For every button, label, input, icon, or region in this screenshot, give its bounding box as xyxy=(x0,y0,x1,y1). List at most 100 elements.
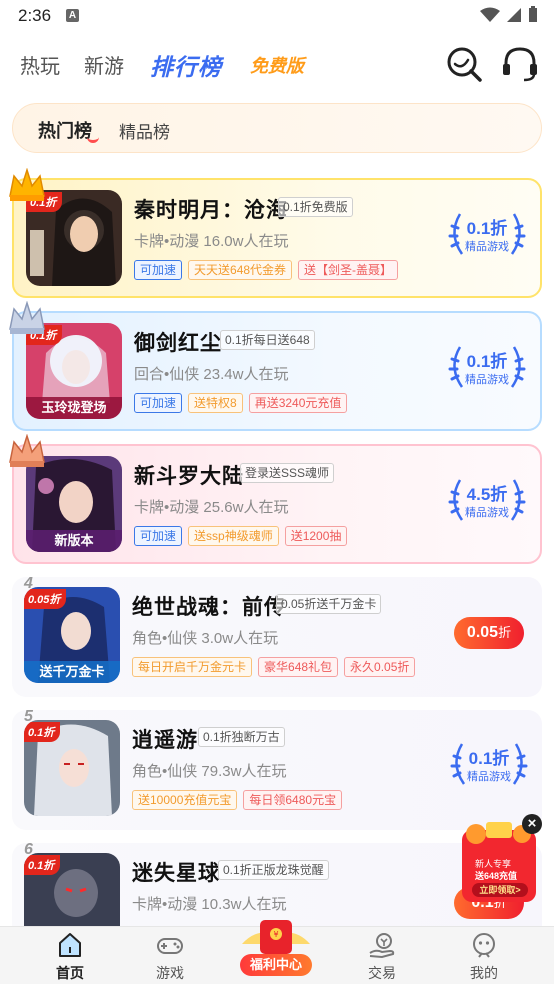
svg-text:¥: ¥ xyxy=(273,930,278,939)
discount-value: 0.1折 xyxy=(466,219,508,238)
bottom-nav-label: 首页 xyxy=(56,965,84,981)
tag-list: 每日开启千万金元卡 豪华648礼包 永久0.05折 xyxy=(132,657,416,677)
game-icon: 0.1折 xyxy=(24,853,120,933)
icon-discount-badge: 0.1折 xyxy=(24,855,61,875)
home-icon xyxy=(59,933,81,957)
discount-laurel: 0.1折 精品游戏 xyxy=(446,208,528,264)
game-name: 逍遥游 xyxy=(132,729,198,752)
game-badge: 0.05折送千万金卡 xyxy=(276,594,382,614)
silver-crown-icon xyxy=(9,301,45,334)
gold-crown-icon xyxy=(9,168,45,201)
tag: 送10000充值元宝 xyxy=(132,790,238,810)
tab-new[interactable]: 新游 xyxy=(84,50,124,79)
game-card[interactable]: 5 0.1折 逍遥游 0.1折独断万古 角色•仙侠 79.3w人在玩 送1000… xyxy=(12,708,542,830)
bottom-nav-label: 交易 xyxy=(368,965,396,981)
game-meta: 卡牌•动漫 16.0w人在玩 xyxy=(134,233,289,250)
status-icons xyxy=(480,6,538,23)
bottom-nav-home[interactable]: 首页 xyxy=(30,927,110,984)
game-card[interactable]: 新版本 新斗罗大陆 登录送SSS魂师 卡牌•动漫 25.6w人在玩 可加速 送s… xyxy=(9,434,542,564)
discount-value: 4.5折 xyxy=(466,485,508,504)
tab-ranking[interactable]: 排行榜 xyxy=(150,48,222,82)
game-card[interactable]: 0.1折 秦时明月：沧海 0.1折免费版 卡牌•动漫 16.0w人在玩 可加速 … xyxy=(9,168,542,298)
discount-value: 0.1折 xyxy=(468,749,510,768)
icon-strip: 新版本 xyxy=(26,530,122,552)
game-name: 新斗罗大陆 xyxy=(134,465,244,488)
tag: 永久0.05折 xyxy=(344,657,416,677)
tag-list: 送10000充值元宝 每日领6480元宝 xyxy=(132,790,343,810)
discount-sub: 精品游戏 xyxy=(467,771,511,783)
bottom-nav-games[interactable]: 游戏 xyxy=(130,927,210,984)
tab-free[interactable]: 免费版 xyxy=(250,52,304,78)
tag: 送1200抽 xyxy=(284,526,348,546)
game-badge: 登录送SSS魂师 xyxy=(240,463,335,483)
game-meta: 角色•仙侠 79.3w人在玩 xyxy=(132,763,287,780)
game-name: 绝世战魂：前传 xyxy=(132,596,286,619)
tag-list: 可加速 天天送648代金券 送【剑圣-盖聂】 xyxy=(134,260,399,280)
promo-claim-button[interactable]: 立即领取> xyxy=(472,883,528,897)
tag-list: 可加速 送特权8 再送3240元充值 xyxy=(134,393,348,413)
gamepad-icon xyxy=(157,938,183,954)
discount-value: 0.05 xyxy=(466,624,499,641)
discount-laurel: 4.5折 精品游戏 xyxy=(446,474,528,530)
tag: 天天送648代金券 xyxy=(188,260,293,280)
status-time: 2:36 xyxy=(18,6,52,25)
signal-icon xyxy=(507,7,521,22)
icon-discount-badge: 0.1折 xyxy=(24,722,61,742)
notification-icon: A xyxy=(66,9,79,22)
game-meta: 卡牌•动漫 25.6w人在玩 xyxy=(134,499,289,516)
ranking-hot-tab[interactable]: 热门榜 xyxy=(38,117,92,143)
icon-strip: 玉玲珑登场 xyxy=(26,397,122,419)
game-name: 迷失星球 xyxy=(132,862,220,885)
wifi-icon xyxy=(480,7,500,22)
tag-list: 可加速 送ssp神级魂师 送1200抽 xyxy=(134,526,348,546)
game-badge: 0.1折每日送648 xyxy=(220,330,315,350)
tag: 可加速 xyxy=(134,393,183,413)
ranking-switch: 热门榜 精品榜 xyxy=(12,103,542,153)
status-bar: 2:36 A xyxy=(0,0,554,32)
game-card[interactable]: 4 0.05折 送千万金卡 绝世战魂：前传 0.05折送千万金卡 角色•仙侠 3… xyxy=(12,575,542,697)
discount-laurel: 0.1折 精品游戏 xyxy=(448,738,530,794)
game-icon: 0.1折 xyxy=(24,720,120,816)
top-nav: 热玩 新游 排行榜 免费版 xyxy=(0,40,554,90)
discount-pill: 0.05折 xyxy=(454,617,524,649)
game-name: 御剑红尘 xyxy=(134,332,222,355)
tag: 送【剑圣-盖聂】 xyxy=(298,260,399,280)
battery-icon xyxy=(529,6,537,22)
game-badge: 0.1折独断万古 xyxy=(198,727,285,747)
search-icon[interactable] xyxy=(444,44,484,84)
discount-sub: 精品游戏 xyxy=(465,241,509,253)
tag: 可加速 xyxy=(134,526,183,546)
discount-sub: 精品游戏 xyxy=(465,507,509,519)
icon-discount-badge: 0.05折 xyxy=(24,589,67,609)
bottom-nav-trade[interactable]: 交易 xyxy=(342,927,422,984)
close-icon[interactable]: × xyxy=(522,814,542,834)
game-badge: 0.1折正版龙珠觉醒 xyxy=(218,860,329,880)
ranking-best-tab[interactable]: 精品榜 xyxy=(119,118,170,143)
game-meta: 回合•仙侠 23.4w人在玩 xyxy=(134,366,289,383)
bronze-crown-icon xyxy=(9,434,45,467)
tab-hot[interactable]: 热玩 xyxy=(20,50,60,79)
bottom-nav-profile[interactable]: 我的 xyxy=(444,927,524,984)
game-icon: 0.1折 xyxy=(26,190,122,286)
tag: 再送3240元充值 xyxy=(248,393,348,413)
promo-line-2: 送648充值 xyxy=(475,871,518,881)
bottom-nav-label: 福利中心 xyxy=(240,954,312,976)
headset-icon[interactable] xyxy=(500,44,540,84)
game-meta: 卡牌•动漫 10.3w人在玩 xyxy=(132,896,287,913)
game-name: 秦时明月：沧海 xyxy=(134,199,288,222)
game-card[interactable]: 0.1折 玉玲珑登场 御剑红尘 0.1折每日送648 回合•仙侠 23.4w人在… xyxy=(9,301,542,431)
tag: 每日领6480元宝 xyxy=(243,790,343,810)
trade-icon xyxy=(369,933,395,959)
discount-sub: 精品游戏 xyxy=(465,374,509,386)
game-icon: 0.1折 玉玲珑登场 xyxy=(26,323,122,419)
game-badge: 0.1折免费版 xyxy=(278,197,353,217)
red-envelope-icon: ¥ xyxy=(242,920,310,954)
tag: 豪华648礼包 xyxy=(258,657,339,677)
bottom-nav-welfare[interactable]: ¥ 福利中心 xyxy=(236,914,316,980)
discount-laurel: 0.1折 精品游戏 xyxy=(446,341,528,397)
tag: 每日开启千万金元卡 xyxy=(132,657,253,677)
discount-value: 0.1折 xyxy=(466,352,508,371)
game-icon: 0.05折 送千万金卡 xyxy=(24,587,120,683)
game-icon: 新版本 xyxy=(26,456,122,552)
icon-strip: 送千万金卡 xyxy=(24,661,120,683)
